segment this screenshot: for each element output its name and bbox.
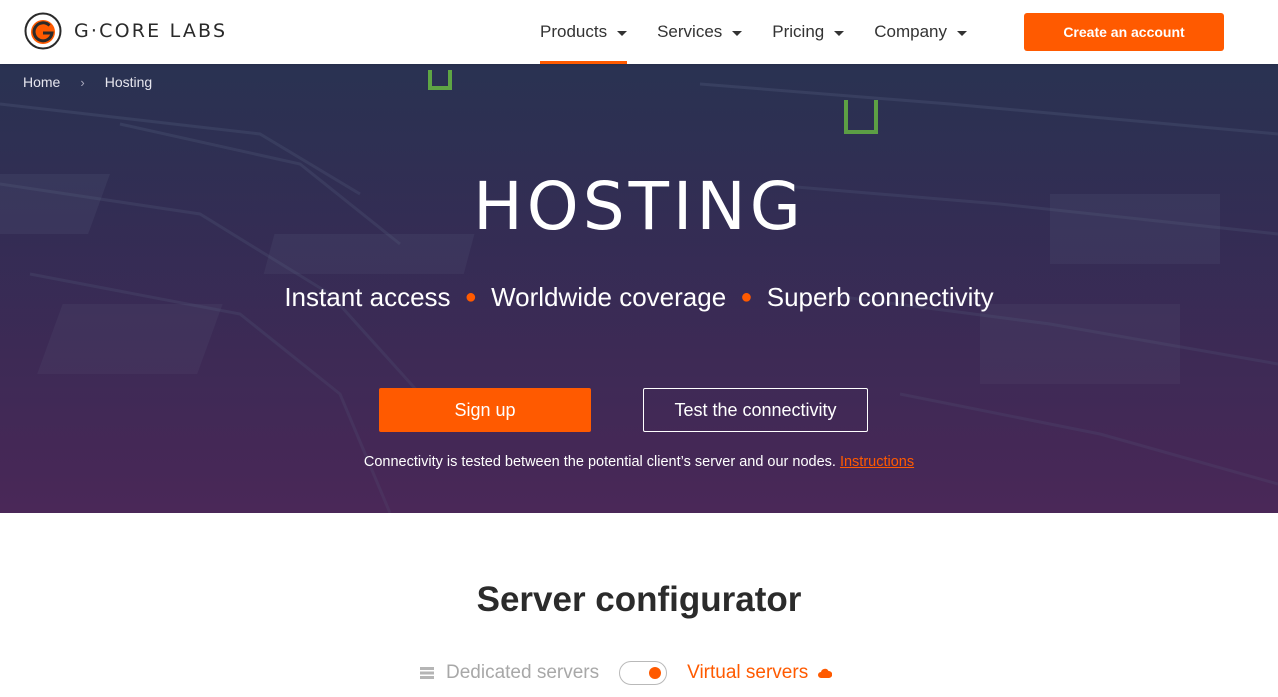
nav-company-label: Company: [874, 22, 948, 41]
server-type-toggle[interactable]: [619, 661, 668, 685]
toggle-knob: [649, 667, 662, 679]
dedicated-servers-option[interactable]: Dedicated servers: [420, 662, 599, 684]
g-core-logo-icon: [24, 12, 62, 50]
chevron-down-icon: [617, 30, 628, 36]
server-type-switcher: Dedicated servers Virtual servers: [420, 660, 833, 686]
nav-products-label: Products: [540, 22, 608, 41]
virtual-servers-option[interactable]: Virtual servers: [687, 662, 833, 684]
chevron-down-icon: [732, 30, 743, 36]
top-header: G·CORE LABS Products Services Pricing Co…: [0, 0, 1278, 64]
configurator-title: Server configurator: [476, 580, 802, 619]
connectivity-note: Connectivity is tested between the poten…: [0, 454, 1278, 470]
breadcrumb-current: Hosting: [104, 74, 153, 90]
tagline-superb-connectivity: Superb connectivity: [766, 282, 994, 312]
nav-company[interactable]: Company: [874, 0, 968, 64]
tagline-instant-access: Instant access: [284, 282, 451, 312]
nav-pricing-label: Pricing: [772, 22, 825, 41]
create-account-button[interactable]: Create an account: [1024, 13, 1224, 51]
sign-up-button[interactable]: Sign up: [379, 388, 591, 432]
instructions-link[interactable]: Instructions: [840, 454, 914, 470]
nav-pricing[interactable]: Pricing: [772, 0, 845, 64]
test-connectivity-button[interactable]: Test the connectivity: [643, 388, 868, 432]
server-icon: [420, 667, 434, 679]
bullet-dot-icon: ●: [740, 286, 753, 308]
virtual-servers-label: Virtual servers: [687, 662, 809, 683]
connectivity-note-text: Connectivity is tested between the poten…: [363, 454, 836, 470]
breadcrumb-home-link[interactable]: Home: [23, 74, 60, 90]
chevron-right-icon: ›: [80, 74, 85, 90]
nav-services[interactable]: Services: [657, 0, 743, 64]
tagline-worldwide-coverage: Worldwide coverage: [491, 282, 727, 312]
chevron-down-icon: [957, 30, 968, 36]
dedicated-servers-label: Dedicated servers: [446, 662, 600, 683]
bullet-dot-icon: ●: [464, 286, 477, 308]
cloud-icon: [818, 668, 833, 678]
main-nav: Products Services Pricing Company: [540, 0, 997, 64]
chevron-down-icon: [834, 30, 845, 36]
nav-products[interactable]: Products: [540, 0, 628, 64]
brand-logo[interactable]: G·CORE LABS: [24, 12, 227, 50]
breadcrumb: Home › Hosting: [23, 74, 152, 90]
nav-services-label: Services: [657, 22, 723, 41]
hero-tagline: Instant access ● Worldwide coverage ● Su…: [0, 282, 1278, 313]
page-title: HOSTING: [473, 168, 805, 245]
hero-section: Home › Hosting HOSTING Instant access ● …: [0, 64, 1278, 513]
brand-name: G·CORE LABS: [74, 20, 228, 42]
